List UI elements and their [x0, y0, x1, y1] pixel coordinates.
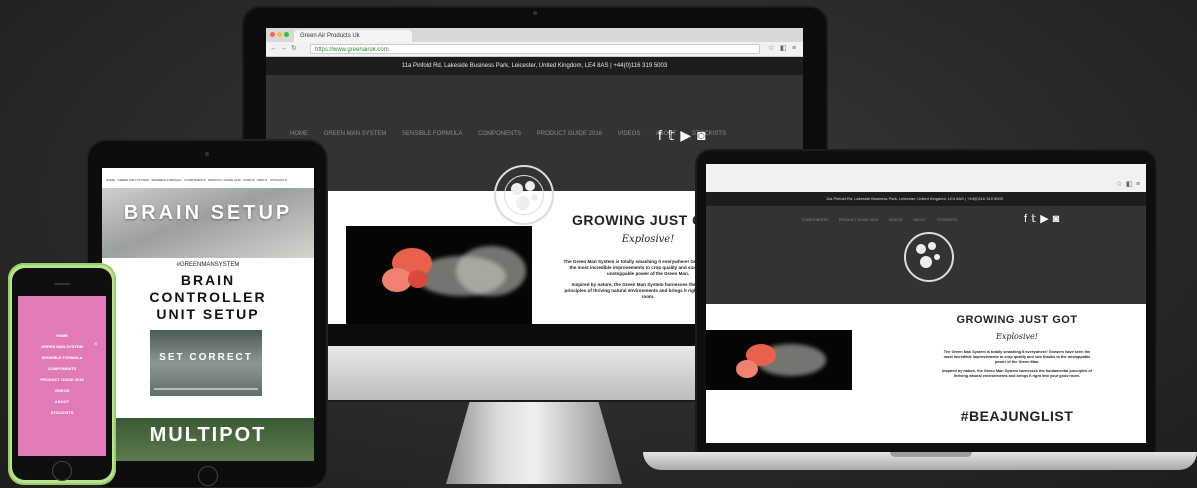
- nav-videos[interactable]: VIDEOS: [243, 178, 254, 182]
- nav-green-man-system[interactable]: GREEN MAN SYSTEM: [118, 178, 149, 182]
- intro-paragraph-2: Inspired by nature, the Green Man System…: [942, 369, 1092, 378]
- ipad-screen: HOME GREEN MAN SYSTEM SENSIBLE FORMULA C…: [102, 168, 314, 461]
- nav-videos[interactable]: VIDEOS: [618, 131, 641, 137]
- twitter-icon[interactable]: 𝕥: [1031, 213, 1040, 225]
- nav-components[interactable]: COMPONENTS: [802, 218, 828, 222]
- twitter-icon[interactable]: 𝕥: [668, 127, 681, 143]
- browser-tab[interactable]: Green Air Products Uk: [294, 30, 412, 42]
- reload-icon[interactable]: ↻: [291, 42, 297, 56]
- intro-copy: The Green Man System is totally smashing…: [942, 350, 1092, 379]
- video-player[interactable]: SET CORRECT: [150, 330, 262, 396]
- ipad-home-button[interactable]: [198, 466, 218, 486]
- nav-components[interactable]: COMPONENTS: [184, 178, 206, 182]
- video-caption: SET CORRECT: [159, 352, 253, 363]
- brain-setup-banner: BRAIN SETUP: [102, 188, 314, 258]
- nav-sensible-formula[interactable]: SENSIBLE FORMULA: [151, 178, 181, 182]
- social-links: f𝕥▶◙: [658, 127, 712, 144]
- window-maximize-icon[interactable]: [284, 32, 289, 37]
- molecule-logo-icon[interactable]: [494, 165, 554, 225]
- mobile-menu-item-product-guide[interactable]: PRODUCT GUIDE 2016: [18, 374, 106, 385]
- macbook-screen: ☆ ◧ ≡ 11a Pinfold Rd, Lakeside Business …: [706, 164, 1146, 443]
- back-icon[interactable]: ←: [270, 42, 277, 56]
- mobile-menu-item-about[interactable]: ABOUT: [18, 396, 106, 407]
- macbook-contact-bar: 11a Pinfold Rd, Lakeside Business Park, …: [706, 192, 1146, 206]
- imac-camera: [533, 11, 537, 15]
- instagram-icon[interactable]: ◙: [697, 127, 711, 143]
- bookmark-star-icon[interactable]: ☆: [1116, 178, 1122, 192]
- nav-stockists[interactable]: STOCKISTS: [270, 178, 287, 182]
- youtube-icon[interactable]: ▶: [1040, 213, 1052, 225]
- explosion-image: [706, 330, 852, 390]
- nav-about[interactable]: ABOUT: [913, 218, 925, 222]
- mobile-menu-item-home[interactable]: HOME: [18, 330, 106, 341]
- ipad-hashtag: #GREENMANSYSTEM: [176, 262, 240, 268]
- mobile-menu-item-videos[interactable]: VIDEOS: [18, 385, 106, 396]
- nav-product-guide[interactable]: PRODUCT GUIDE 2016: [537, 131, 602, 137]
- nav-about[interactable]: ABOUT: [257, 178, 267, 182]
- bookmark-star-icon[interactable]: ☆: [768, 42, 774, 56]
- nav-home[interactable]: HOME: [106, 178, 115, 182]
- hashtag-heading: #BEAJUNGLIST: [960, 408, 1074, 424]
- ipad-camera: [205, 152, 209, 156]
- nav-home[interactable]: HOME: [290, 131, 308, 137]
- nav-components[interactable]: COMPONENTS: [478, 131, 521, 137]
- iphone-screen: × HOME GREEN MAN SYSTEM SENSIBLE FORMULA…: [18, 296, 106, 456]
- subheadline: Explosive!: [996, 332, 1038, 341]
- menu-icon[interactable]: ≡: [1136, 178, 1140, 192]
- multipot-text: MULTIPOT: [149, 424, 267, 446]
- iphone-home-button[interactable]: [52, 461, 72, 481]
- molecule-logo-icon[interactable]: [904, 232, 954, 282]
- window-close-icon[interactable]: [270, 32, 275, 37]
- browser-tab-title: Green Air Products Uk: [300, 33, 360, 39]
- instagram-icon[interactable]: ◙: [1053, 213, 1064, 225]
- brain-setup-text: BRAIN SETUP: [123, 202, 293, 224]
- site-contact-bar: 11a Pinfold Rd, Lakeside Business Park, …: [266, 57, 803, 75]
- iphone-speaker: [54, 283, 70, 285]
- macbook-browser-toolbar: ☆ ◧ ≡: [706, 164, 1146, 193]
- address-bar[interactable]: https://www.greenairuk.com: [310, 44, 760, 54]
- macbook-site-nav: COMPONENTS PRODUCT GUIDE 2016 VIDEOS ABO…: [802, 218, 967, 222]
- extension-icon[interactable]: ◧: [780, 42, 787, 56]
- forward-icon[interactable]: →: [280, 42, 287, 56]
- ipad-page-title: BRAIN CONTROLLER UNIT SETUP: [149, 272, 267, 322]
- macbook-notch: [890, 452, 972, 457]
- nav-product-guide[interactable]: PRODUCT GUIDE 2016: [839, 218, 878, 222]
- explosion-image: [346, 226, 532, 324]
- browser-tab-strip: Green Air Products Uk: [266, 28, 803, 42]
- mobile-menu: HOME GREEN MAN SYSTEM SENSIBLE FORMULA C…: [18, 330, 106, 418]
- mobile-menu-item-components[interactable]: COMPONENTS: [18, 363, 106, 374]
- menu-icon[interactable]: ≡: [792, 42, 796, 56]
- mobile-menu-item-green-man-system[interactable]: GREEN MAN SYSTEM: [18, 341, 106, 352]
- nav-videos[interactable]: VIDEOS: [889, 218, 903, 222]
- nav-product-guide[interactable]: PRODUCT GUIDE 2016: [208, 178, 241, 182]
- macbook-site-header: COMPONENTS PRODUCT GUIDE 2016 VIDEOS ABO…: [706, 206, 1146, 304]
- headline: GROWING JUST GOT: [956, 314, 1078, 326]
- window-minimize-icon[interactable]: [277, 32, 282, 37]
- social-links: f𝕥▶◙: [1024, 212, 1063, 225]
- extension-icon[interactable]: ◧: [1126, 178, 1133, 192]
- video-progress-bar[interactable]: [154, 388, 258, 390]
- facebook-icon[interactable]: f: [658, 127, 668, 143]
- nav-sensible-formula[interactable]: SENSIBLE FORMULA: [402, 131, 462, 137]
- imac-stand: [446, 398, 622, 484]
- mobile-menu-item-stockists[interactable]: STOCKISTS: [18, 407, 106, 418]
- multipot-banner: MULTIPOT: [102, 418, 314, 461]
- nav-green-man-system[interactable]: GREEN MAN SYSTEM: [324, 131, 387, 137]
- mobile-menu-item-sensible-formula[interactable]: SENSIBLE FORMULA: [18, 352, 106, 363]
- apple-logo-icon: [518, 360, 554, 394]
- facebook-icon[interactable]: f: [1024, 213, 1031, 225]
- youtube-icon[interactable]: ▶: [680, 127, 697, 143]
- ipad-site-nav: HOME GREEN MAN SYSTEM SENSIBLE FORMULA C…: [102, 178, 314, 184]
- nav-stockists[interactable]: STOCKISTS: [937, 218, 957, 222]
- intro-paragraph-1: The Green Man System is totally smashing…: [943, 350, 1091, 364]
